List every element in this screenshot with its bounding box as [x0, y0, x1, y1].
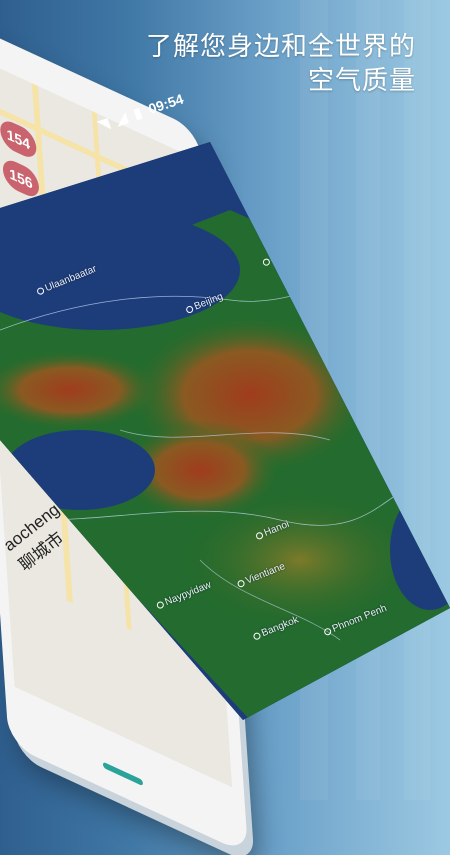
status-bar: ◥ ◢ ▮ 09:54 [96, 87, 203, 156]
signal-icon: ◢ [113, 108, 129, 128]
map-label-pyongyang[interactable]: Pyon [261, 246, 294, 268]
air-quality-map[interactable]: Ulaanbaatar Beijing Pyon Seo Taipei Hano… [0, 142, 450, 720]
aqi-heatmap [0, 142, 450, 720]
battery-icon: ▮ [131, 104, 144, 122]
map-label-seoul[interactable]: Seo [291, 257, 320, 277]
front-phone: Ulaanbaatar Beijing Pyon Seo Taipei Hano… [0, 0, 450, 800]
map-label-taipei[interactable]: Taipei [374, 379, 411, 402]
wifi-icon: ◥ [96, 114, 112, 134]
status-time: 09:54 [146, 90, 186, 117]
